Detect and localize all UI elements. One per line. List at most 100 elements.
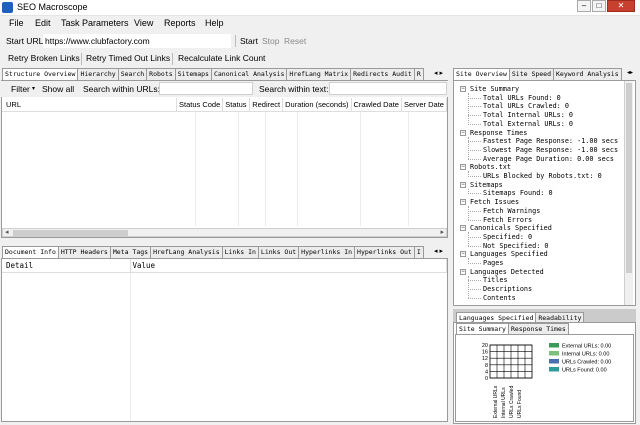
tree-group-label[interactable]: Response Times — [470, 129, 527, 138]
tree-item[interactable]: Descriptions — [483, 285, 532, 294]
maximize-button[interactable]: □ — [592, 0, 606, 12]
scroll-right-icon[interactable]: ▸ — [440, 228, 444, 236]
reset-button[interactable]: Reset — [284, 36, 306, 46]
tree-group-label[interactable]: Canonicals Specified — [470, 224, 552, 233]
collapse-toggle-icon[interactable]: − — [460, 181, 466, 188]
stop-button[interactable]: Stop — [262, 36, 280, 46]
tab-hyperlinks-in[interactable]: Hyperlinks In — [298, 246, 356, 258]
show-all-button[interactable]: Show all — [42, 84, 74, 94]
tree-item[interactable]: Contents — [483, 294, 516, 303]
minimize-button[interactable]: – — [577, 0, 591, 12]
tree-connector — [468, 206, 469, 221]
collapse-toggle-icon[interactable]: − — [460, 86, 466, 92]
retry-broken-links-button[interactable]: Retry Broken Links — [8, 53, 80, 63]
search-urls-input[interactable] — [159, 82, 253, 95]
tree-item[interactable]: Total URLs Found: 0 — [483, 94, 561, 103]
search-urls-label: Search within URLs: — [83, 84, 161, 94]
tab-structure-overview[interactable]: Structure Overview — [2, 68, 79, 80]
tree-group-label[interactable]: Languages Specified — [470, 250, 548, 259]
tree-item[interactable]: Slowest Page Response: -1.00 secs — [483, 146, 618, 155]
tree-item[interactable]: Total External URLs: 0 — [483, 120, 573, 129]
tab-http-headers[interactable]: HTTP Headers — [57, 246, 111, 258]
tab-meta-tags[interactable]: Meta Tags — [109, 246, 152, 258]
collapse-toggle-icon[interactable]: − — [460, 129, 466, 136]
tab-sitemaps[interactable]: Sitemaps — [174, 68, 212, 80]
menu-reports[interactable]: Reports — [164, 18, 196, 28]
filter-dropdown[interactable]: Filter — [11, 84, 30, 94]
menu-view[interactable]: View — [134, 18, 153, 28]
tree-group-label[interactable]: Sitemaps — [470, 181, 503, 190]
tree-item[interactable]: Specified: 0 — [483, 233, 532, 242]
column-header-server-date[interactable]: Server Date — [401, 98, 448, 112]
search-text-input[interactable] — [329, 82, 447, 95]
tree-item[interactable]: Fetch Warnings — [483, 207, 540, 216]
tab-hreflang-analysis[interactable]: HrefLang Analysis — [150, 246, 223, 258]
tab-site-summary[interactable]: Site Summary — [456, 323, 509, 334]
tab-scroll-arrows[interactable]: ◂ ▸ — [429, 246, 448, 258]
collapse-toggle-icon[interactable]: − — [460, 199, 466, 206]
column-header-redirect[interactable]: Redirect — [249, 98, 284, 112]
tree-item[interactable]: Not Specified: 0 — [483, 242, 548, 251]
tab-links-out[interactable]: Links Out — [257, 246, 300, 258]
structure-horizontal-scrollbar[interactable]: ◂ ▸ — [2, 228, 447, 237]
tab-overflow[interactable]: I — [413, 246, 424, 258]
tab-keyword-analysis[interactable]: Keyword Analysis — [553, 68, 622, 80]
scroll-left-icon[interactable]: ◂ — [5, 228, 9, 236]
tree-item[interactable]: Pages — [483, 259, 503, 268]
legend-label: External URLs: 0.00 — [562, 344, 611, 350]
tab-hreflang-matrix[interactable]: HrefLang Matrix — [286, 68, 352, 80]
collapse-toggle-icon[interactable]: − — [460, 251, 466, 258]
menu-help[interactable]: Help — [205, 18, 224, 28]
tab-robots[interactable]: Robots — [146, 68, 176, 80]
tab-overflow[interactable]: R — [413, 68, 424, 80]
column-header-status-code[interactable]: Status Code — [176, 98, 224, 112]
recalculate-link-count-button[interactable]: Recalculate Link Count — [178, 53, 265, 63]
collapse-toggle-icon[interactable]: − — [460, 268, 466, 275]
chevron-down-icon[interactable]: ▾ — [32, 85, 35, 92]
tab-document-info[interactable]: Document Info — [2, 246, 59, 258]
collapse-toggle-icon[interactable]: − — [460, 225, 466, 232]
menu-task-parameters[interactable]: Task Parameters — [61, 18, 129, 28]
column-header-crawled-date[interactable]: Crawled Date — [351, 98, 402, 112]
tree-item[interactable]: URLs Blocked by Robots.txt: 0 — [483, 172, 602, 181]
start-url-input[interactable] — [43, 34, 231, 48]
tree-item[interactable]: Total URLs Crawled: 0 — [483, 102, 569, 111]
tree-item[interactable]: Total Internal URLs: 0 — [483, 111, 573, 120]
column-header-value[interactable]: Value — [130, 259, 447, 273]
collapse-toggle-icon[interactable]: − — [460, 164, 466, 171]
tree-item[interactable]: Fetch Errors — [483, 216, 532, 225]
column-header-duration[interactable]: Duration (seconds) — [282, 98, 352, 112]
tree-group-label[interactable]: Site Summary — [470, 85, 519, 94]
tree-group-label[interactable]: Robots.txt — [470, 163, 511, 172]
column-header-detail[interactable]: Detail — [2, 259, 131, 273]
tab-response-times[interactable]: Response Times — [507, 323, 569, 334]
tab-canonical-analysis[interactable]: Canonical Analysis — [210, 68, 288, 80]
column-header-status[interactable]: Status — [222, 98, 251, 112]
retry-timed-out-links-button[interactable]: Retry Timed Out Links — [86, 53, 170, 63]
column-header-url[interactable]: URL — [2, 98, 177, 112]
scrollbar-thumb[interactable] — [626, 83, 632, 273]
tree-group-label[interactable]: Languages Detected — [470, 268, 544, 277]
y-tick-label: 4 — [485, 369, 488, 375]
menu-edit[interactable]: Edit — [35, 18, 51, 28]
tree-item[interactable]: Titles — [483, 276, 508, 285]
overview-vertical-scrollbar[interactable] — [624, 81, 633, 305]
tree-item[interactable]: Fastest Page Response: -1.00 secs — [483, 137, 618, 146]
tab-search[interactable]: Search — [117, 68, 148, 80]
tab-redirects-audit[interactable]: Redirects Audit — [350, 68, 415, 80]
tab-hyperlinks-out[interactable]: Hyperlinks Out — [354, 246, 415, 258]
tab-site-speed[interactable]: Site Speed — [508, 68, 555, 80]
tab-scroll-arrows[interactable]: ◂▸ — [624, 68, 636, 80]
start-button[interactable]: Start — [240, 36, 258, 46]
tab-scroll-arrows[interactable]: ◂ ▸ — [429, 68, 448, 80]
x-category-label: External URLs — [493, 385, 499, 418]
tree-item[interactable]: Sitemaps Found: 0 — [483, 189, 553, 198]
tab-hierarchy[interactable]: Hierarchy — [77, 68, 119, 80]
close-button[interactable]: ✕ — [607, 0, 635, 12]
tree-group-label[interactable]: Fetch Issues — [470, 198, 519, 207]
menu-file[interactable]: File — [9, 18, 24, 28]
tab-links-in[interactable]: Links In — [221, 246, 259, 258]
tree-item[interactable]: Average Page Duration: 0.00 secs — [483, 155, 614, 164]
tab-site-overview[interactable]: Site Overview — [453, 68, 510, 80]
scrollbar-thumb[interactable] — [13, 230, 128, 236]
